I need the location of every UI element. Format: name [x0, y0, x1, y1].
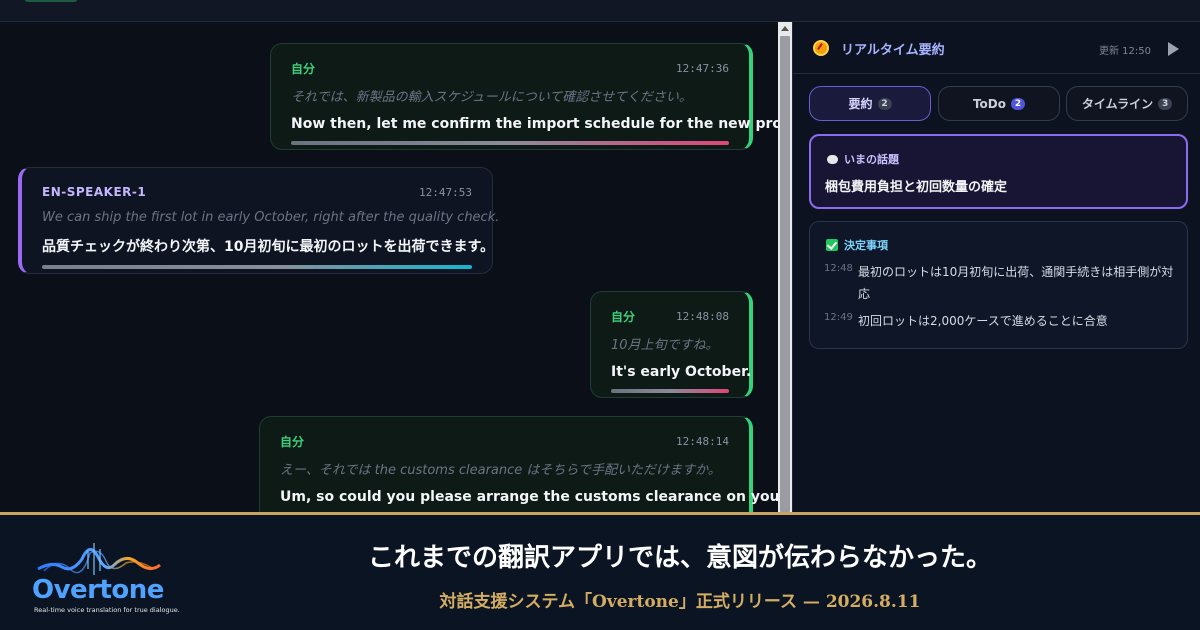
message-time: 12:47:36	[676, 61, 729, 75]
message-speaker: EN-SPEAKER-1	[42, 185, 147, 199]
message-original-text: えー、それでは the customs clearance はそちらで手配いただ…	[280, 463, 721, 478]
message-original-text: 10月上旬ですね。	[611, 338, 719, 353]
banner-headline: これまでの翻訳アプリでは、意図が伝わらなかった。	[367, 543, 992, 573]
play-icon[interactable]	[1168, 42, 1179, 56]
message-translation-text: Now then, let me confirm the import sche…	[291, 116, 778, 132]
chat-scrollbar[interactable]	[778, 22, 792, 512]
message-bubble-self[interactable]: 自分 12:47:36 それでは、新製品の輸入スケジュールについて確認させてくだ…	[270, 43, 778, 150]
logo-tagline: Real-time voice translation for true dia…	[34, 606, 180, 614]
message-original-text: We can ship the first lot in early Octob…	[42, 210, 500, 225]
logo-wordmark: Overtone	[32, 575, 164, 605]
current-topic-heading: いまの話題	[827, 151, 899, 167]
top-bar	[0, 0, 1200, 22]
scrollbar-thumb[interactable]	[780, 36, 790, 512]
message-translation-text: It's early October.	[611, 364, 752, 380]
current-topic-card: いまの話題 梱包費用負担と初回数量の確定	[809, 134, 1188, 209]
decision-item: 12:49 初回ロットは2,000ケースで進めることに合意	[824, 310, 1174, 332]
decision-text: 初回ロットは2,000ケースで進めることに合意	[858, 314, 1108, 328]
checkbox-checked-icon	[826, 239, 838, 251]
tab-todo[interactable]: ToDo 2	[938, 86, 1060, 121]
tab-label: ToDo	[972, 96, 1007, 111]
tab-count-badge: 2	[1011, 97, 1026, 110]
message-bubble-other[interactable]: EN-SPEAKER-1 12:47:53 We can ship the fi…	[18, 167, 500, 274]
message-speaker: 自分	[280, 434, 305, 449]
speech-bubble-icon	[827, 154, 838, 164]
decision-time: 12:48	[824, 263, 853, 274]
current-topic-label: いまの話題	[844, 153, 899, 166]
tab-label: タイムライン	[1081, 97, 1154, 111]
summary-panel-title: リアルタイム要約	[841, 43, 945, 58]
tab-label: 要約	[848, 97, 873, 111]
tab-count-badge: 3	[1158, 97, 1173, 110]
decisions-label: 決定事項	[844, 239, 888, 252]
confidence-bar	[611, 389, 729, 393]
overtone-logo: Overtone Real-time voice translation for…	[30, 535, 180, 615]
summary-tabs: 要約 2 ToDo 2 タイムライン 3	[809, 86, 1188, 122]
message-time: 12:47:53	[419, 185, 472, 199]
tab-timeline[interactable]: タイムライン 3	[1066, 86, 1188, 121]
summary-panel: リアルタイム要約 更新 12:50 要約 2 ToDo 2 タイムライン 3 い…	[792, 22, 1200, 512]
top-status-pill[interactable]	[24, 0, 78, 2]
compass-icon	[813, 40, 829, 56]
message-time: 12:48:08	[676, 309, 729, 323]
chat-transcript[interactable]: 自分 12:47:36 それでは、新製品の輸入スケジュールについて確認させてくだ…	[0, 22, 778, 512]
message-translation-text: Um, so could you please arrange the cust…	[280, 489, 778, 505]
confidence-bar	[291, 141, 729, 145]
message-bubble-self[interactable]: 自分 12:48:08 10月上旬ですね。 It's early October…	[590, 291, 753, 398]
release-banner: Overtone Real-time voice translation for…	[0, 512, 1200, 630]
message-original-text: それでは、新製品の輸入スケジュールについて確認させてください。	[291, 90, 692, 105]
last-updated-time: 更新 12:50	[1099, 46, 1151, 57]
message-time: 12:48:14	[676, 434, 729, 448]
message-speaker: 自分	[291, 61, 316, 76]
decision-item: 12:48 最初のロットは10月初旬に出荷、通関手続きは相手側が対応	[824, 261, 1174, 305]
current-topic-text: 梱包費用負担と初回数量の確定	[825, 180, 1008, 195]
tab-summary[interactable]: 要約 2	[809, 86, 931, 121]
scroll-up-arrow-icon[interactable]	[781, 26, 789, 31]
page: 自分 12:47:36 それでは、新製品の輸入スケジュールについて確認させてくだ…	[0, 0, 1200, 630]
message-speaker: 自分	[611, 309, 636, 324]
confidence-bar	[42, 265, 472, 269]
message-bubble-self[interactable]: 自分 12:48:14 えー、それでは the customs clearanc…	[259, 416, 778, 512]
decisions-heading: 決定事項	[826, 237, 888, 253]
decision-text: 最初のロットは10月初旬に出荷、通関手続きは相手側が対応	[858, 265, 1174, 301]
decisions-card: 決定事項 12:48 最初のロットは10月初旬に出荷、通関手続きは相手側が対応 …	[809, 221, 1188, 349]
banner-release-line: 対話支援システム「Overtone」正式リリース — 2026.8.11	[439, 592, 921, 612]
decision-time: 12:49	[824, 312, 853, 323]
summary-panel-header: リアルタイム要約 更新 12:50	[793, 22, 1200, 74]
soundwave-icon	[37, 543, 161, 575]
message-translation-text: 品質チェックが終わり次第、10月初旬に最初のロットを出荷できます。	[42, 239, 495, 255]
tab-count-badge: 2	[877, 97, 892, 110]
